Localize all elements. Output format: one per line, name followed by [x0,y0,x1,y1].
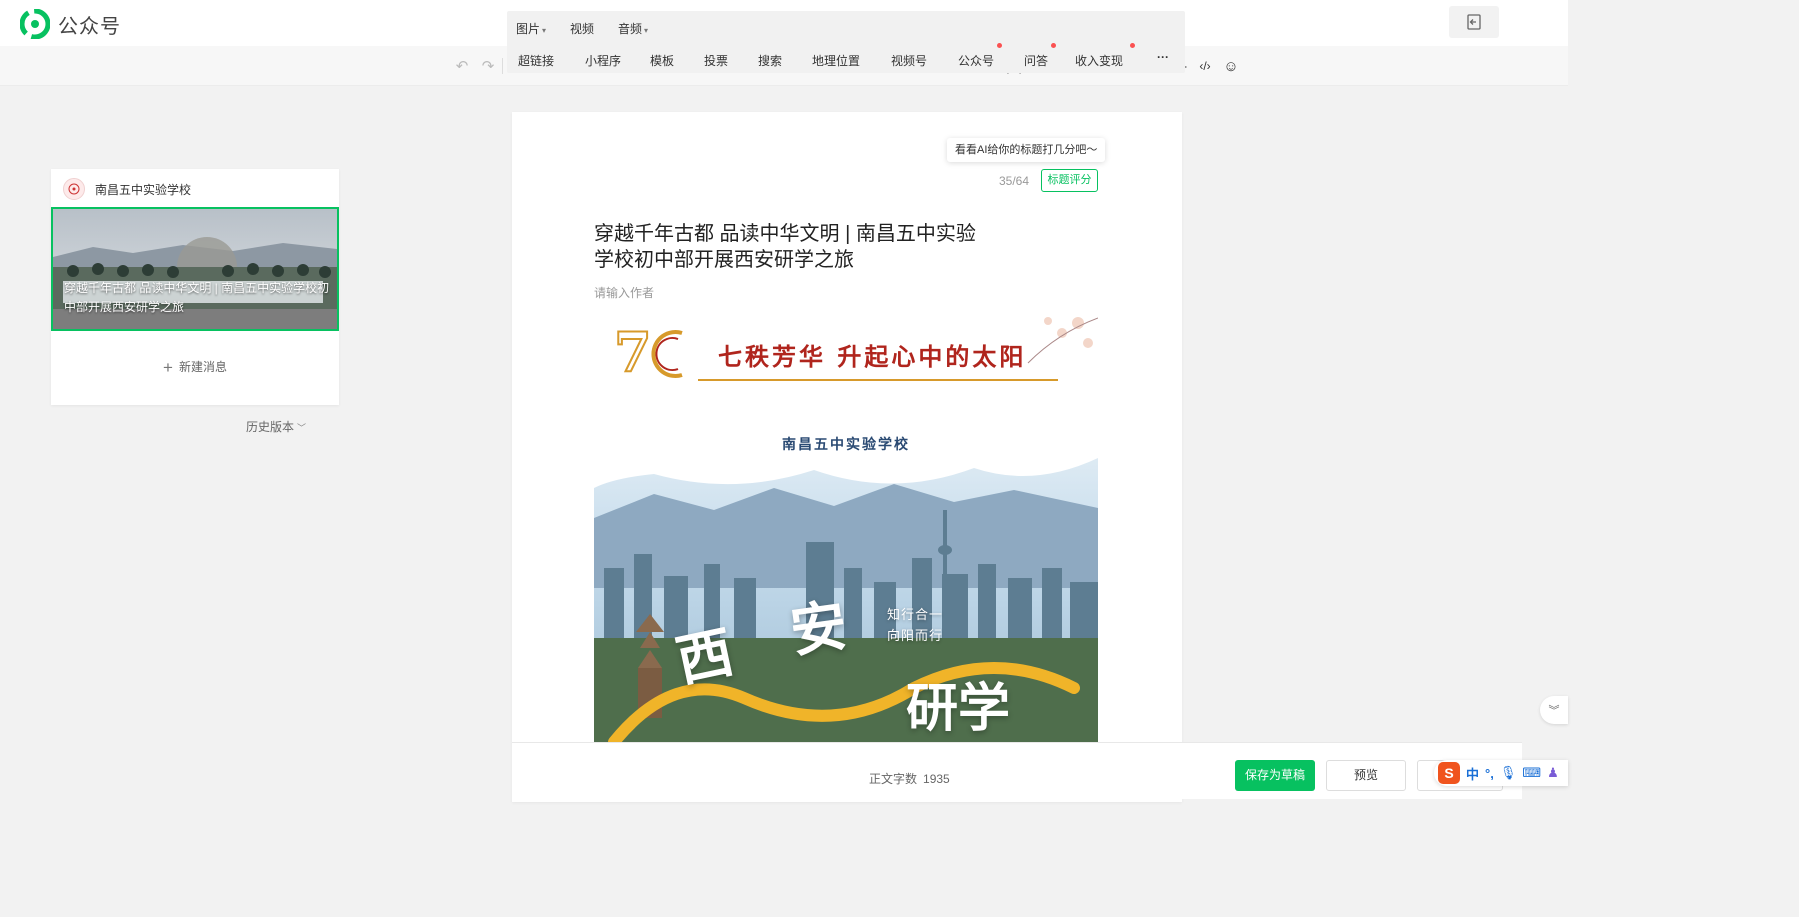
menu-item-vote[interactable]: 投票 [704,52,728,69]
chevron-down-icon: ▾ [644,26,649,35]
new-message-button[interactable]: + 新建消息 [51,358,339,378]
title-score-button[interactable]: 标题评分 [1041,169,1098,192]
xian-study-tour-poster-image[interactable]: 南昌五中实验学校 西 安 知行合一 向阳而行 研学 [594,418,1098,742]
poster-slogan: 知行合一 向阳而行 [887,604,943,646]
skin-icon[interactable]: ♟ [1547,765,1559,781]
chevron-down-icon: ▾ [542,26,547,35]
sogou-ime-icon[interactable]: S [1438,762,1460,784]
collapse-panel-button[interactable]: ︾ [1540,696,1568,724]
ai-score-tooltip: 看看AI给你的标题打几分吧～ [947,138,1106,162]
toolbar-divider [502,58,503,74]
exit-editor-button[interactable] [1449,6,1499,38]
microphone-icon[interactable]: 🎙 [1500,765,1517,781]
menu-item-location[interactable]: 地理位置 [812,52,860,69]
undo-icon[interactable]: ↶ [454,56,470,76]
more-icon[interactable]: ··· [1157,50,1169,64]
code-icon[interactable]: ‹/› [1195,56,1215,76]
menu-item-image[interactable]: 图片 ▾ [516,20,546,37]
new-badge [1051,43,1056,48]
menu-item-audio[interactable]: 音频 ▾ [618,20,648,37]
chevron-down-icon: ﹀ [297,423,307,433]
article-list-card: 南昌五中实验学校 穿越千年古都 品读中华文明 | 南昌五中实验学校初中部开展西安… [51,169,339,405]
anniversary-70-logo-icon: 7 [613,319,683,385]
poster-background [594,418,1098,742]
menu-item-qa[interactable]: 问答 [1024,52,1048,69]
preview-button[interactable]: 预览 [1326,760,1406,791]
poster-word-an: 安 [786,593,851,664]
poster-slogan-line2: 向阳而行 [887,628,944,643]
save-draft-button[interactable]: 保存为草稿 [1235,760,1315,791]
school-logo-icon [68,183,80,195]
new-badge [1130,43,1135,48]
ime-toolbar[interactable]: S 中 °, 🎙 ⌨ ♟ [1434,760,1568,786]
account-header: 南昌五中实验学校 [63,178,191,200]
poster-school-name: 南昌五中实验学校 [782,437,910,453]
menu-item-monetize[interactable]: 收入变现 [1075,52,1123,69]
plus-icon: + [163,358,173,377]
blossom-decoration [1027,317,1098,364]
cover-article-title: 穿越千年古都 品读中华文明 | 南昌五中实验学校初中部开展西安研学之旅 [64,281,330,314]
word-count-value: 1935 [923,772,950,786]
article-title-input[interactable]: 穿越千年古都 品读中华文明 | 南昌五中实验学校初中部开展西安研学之旅 [594,221,984,273]
menu-item-video[interactable]: 视频 [570,20,594,37]
word-count-label: 正文字数 [869,772,918,786]
redo-icon[interactable]: ↷ [480,56,496,76]
wechat-mp-logo-icon [20,9,50,39]
menu-item-channels[interactable]: 视频号 [891,52,927,69]
anniversary-banner-image[interactable]: 7 七秩芳华 升起心中的太阳 [594,313,1098,391]
app-title: 公众号 [58,15,121,38]
logo[interactable]: 公众号 [20,9,121,39]
menu-item-link[interactable]: 超链接 [518,52,554,69]
exit-icon [1467,14,1481,30]
emoji-icon[interactable]: ☺ [1222,56,1240,76]
new-message-label: 新建消息 [178,360,227,374]
ime-language-toggle[interactable]: 中 [1466,764,1479,783]
menu-item-search[interactable]: 搜索 [758,52,782,69]
svg-text:7: 7 [614,320,652,384]
history-label: 历史版本 [246,420,295,434]
author-input[interactable]: 请输入作者 [594,284,654,301]
article-cover-item[interactable]: 穿越千年古都 品读中华文明 | 南昌五中实验学校初中部开展西安研学之旅 [51,207,339,331]
new-badge [997,43,1002,48]
menu-item-official-account[interactable]: 公众号 [958,52,994,69]
poster-word-yanxue: 研学 [906,680,1011,738]
banner-underline [698,379,1058,381]
history-version-button[interactable]: 历史版本 ﹀ [246,418,306,435]
word-count: 正文字数 1935 [869,770,950,787]
poster-slogan-line1: 知行合一 [887,607,944,622]
title-char-count: 35/64 [999,174,1030,188]
account-name: 南昌五中实验学校 [95,182,192,197]
keyboard-icon[interactable]: ⌨ [1522,765,1541,781]
account-avatar [63,178,85,200]
double-chevron-down-icon: ︾ [1548,705,1560,717]
menu-item-miniprogram[interactable]: 小程序 [585,52,621,69]
punctuation-icon[interactable]: °, [1485,766,1494,781]
menu-item-template[interactable]: 模板 [650,52,674,69]
banner-slogan: 七秩芳华 升起心中的太阳 [718,342,1027,371]
